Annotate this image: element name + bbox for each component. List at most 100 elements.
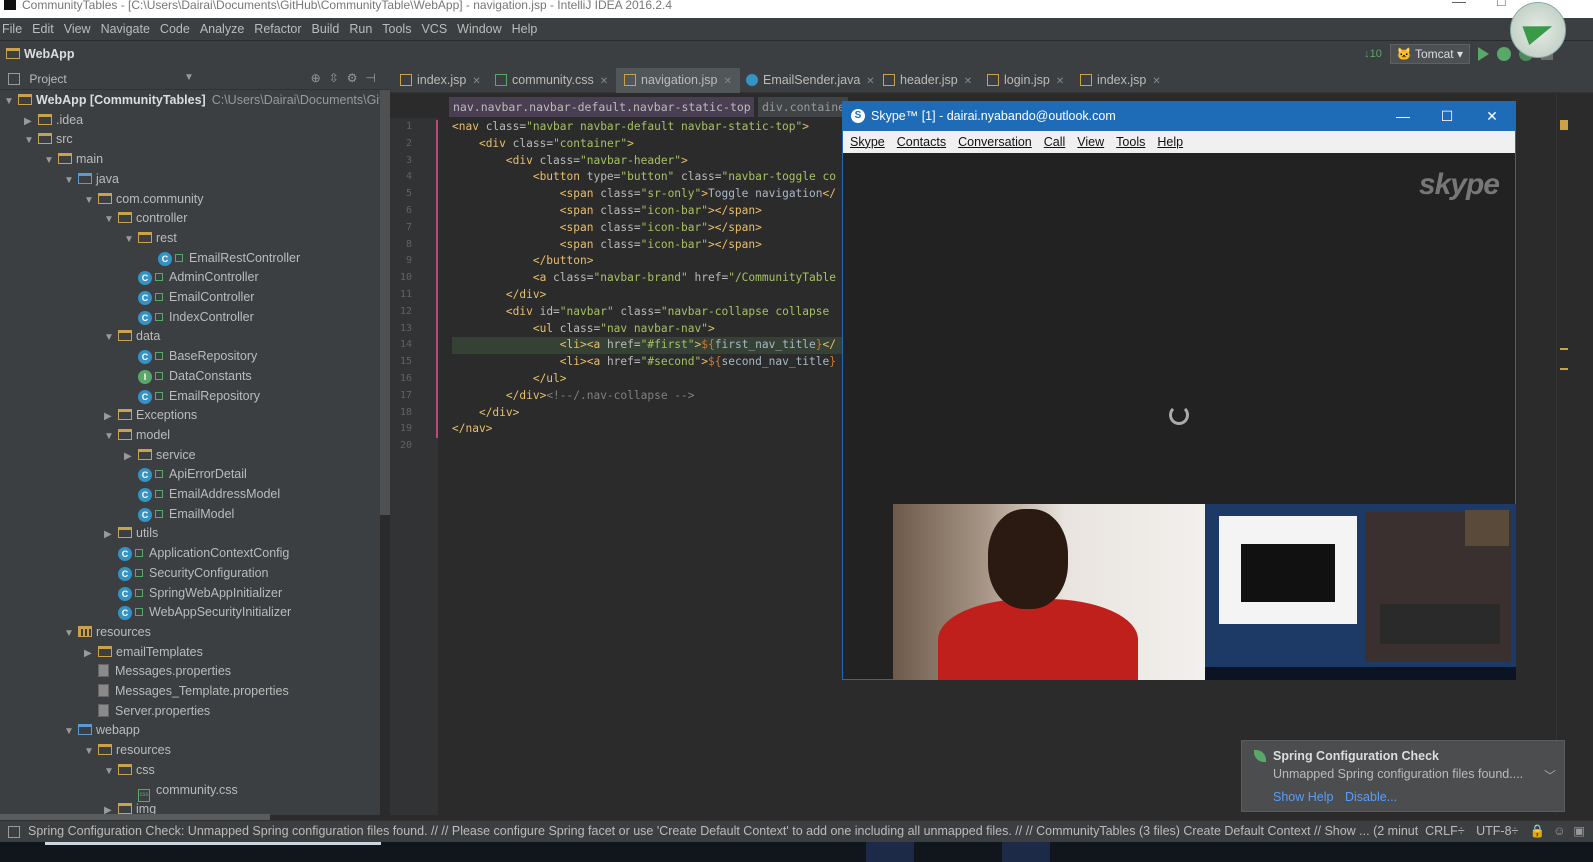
run-config-dropdown[interactable]: 🐱 Tomcat ▾ [1389, 44, 1470, 64]
encoding-widget[interactable]: UTF-8÷ [1476, 824, 1518, 838]
menu-file[interactable]: File [2, 22, 22, 36]
tree-item[interactable]: css community.css [124, 780, 238, 802]
tree-item[interactable]: C EmailController [124, 287, 254, 307]
breadcrumb-nav[interactable]: nav.navbar.navbar-default.navbar-static-… [449, 97, 754, 117]
tree-item[interactable]: ▼ data [104, 326, 160, 346]
skype-menu-contacts[interactable]: Contacts [897, 135, 946, 149]
breadcrumb-div[interactable]: div.containe [758, 97, 848, 117]
tree-item[interactable]: Messages.properties [84, 661, 231, 681]
event-log-icon[interactable] [8, 826, 20, 838]
expanded-arrow-icon[interactable]: ▼ [84, 742, 98, 762]
tree-item[interactable]: ▼ rest [124, 228, 177, 248]
status-message[interactable]: Spring Configuration Check: Unmapped Spr… [28, 824, 1460, 838]
editor-tab[interactable]: header.jsp ✕ [875, 68, 980, 93]
menu-help[interactable]: Help [512, 22, 538, 36]
editor-tab[interactable]: index.jsp ✕ [392, 68, 489, 93]
hector-icon[interactable]: ☺ [1553, 824, 1566, 838]
menu-edit[interactable]: Edit [32, 22, 54, 36]
tree-item[interactable]: I DataConstants [124, 366, 252, 386]
expanded-arrow-icon[interactable]: ▼ [104, 210, 118, 230]
tree-item[interactable]: C ApiErrorDetail [124, 464, 247, 484]
project-panel-tools[interactable]: ⊕⇳⚙⊣ [311, 71, 384, 85]
tree-item[interactable]: C ApplicationContextConfig [104, 543, 289, 563]
tree-item[interactable]: C AdminController [124, 267, 259, 287]
nav-breadcrumb-webapp[interactable]: WebApp [6, 47, 74, 61]
chevron-down-icon[interactable]: ﹀ [1544, 767, 1556, 784]
expanded-arrow-icon[interactable]: ▼ [104, 762, 118, 782]
skype-window[interactable]: S Skype™ [1] - dairai.nyabando@outlook.c… [842, 101, 1516, 680]
minimize-button[interactable]: — [1452, 0, 1466, 8]
tree-item[interactable]: ▼ main [44, 149, 103, 169]
tree-item[interactable]: C BaseRepository [124, 346, 257, 366]
skype-title-bar[interactable]: S Skype™ [1] - dairai.nyabando@outlook.c… [843, 102, 1515, 131]
tree-item[interactable]: C SpringWebAppInitializer [104, 583, 282, 603]
tree-item[interactable]: ▶ .idea [24, 110, 83, 130]
expanded-arrow-icon[interactable]: ▼ [24, 131, 38, 151]
tree-item[interactable]: ▼ model [104, 425, 170, 445]
expanded-arrow-icon[interactable]: ▼ [64, 171, 78, 191]
event-icon[interactable]: ▣ [1573, 824, 1585, 838]
expanded-arrow-icon[interactable]: ▼ [84, 191, 98, 211]
menu-code[interactable]: Code [160, 22, 190, 36]
maximize-button[interactable]: □ [1497, 0, 1505, 8]
run-icon[interactable] [1478, 47, 1489, 61]
expanded-arrow-icon[interactable]: ▼ [104, 427, 118, 447]
disable-link[interactable]: Disable... [1345, 790, 1397, 804]
tree-item[interactable]: C WebAppSecurityInitializer [104, 602, 291, 622]
tree-item[interactable]: ▼ resources [64, 622, 151, 642]
close-tab-icon[interactable]: ✕ [600, 76, 608, 87]
menu-run[interactable]: Run [349, 22, 372, 36]
skype-close-button[interactable]: ✕ [1477, 102, 1507, 131]
close-tab-icon[interactable]: ✕ [866, 76, 874, 87]
editor-tab[interactable]: navigation.jsp ✕ [616, 68, 740, 93]
expanded-arrow-icon[interactable]: ▼ [104, 328, 118, 348]
close-tab-icon[interactable]: ✕ [723, 76, 731, 87]
lock-icon[interactable]: 🔒 [1530, 824, 1546, 838]
send-plane-icon[interactable] [1510, 2, 1566, 58]
tree-item[interactable]: Server.properties [84, 701, 210, 721]
project-panel-title[interactable]: Project [29, 72, 66, 86]
tree-item[interactable]: ▶ utils [104, 523, 158, 543]
expanded-arrow-icon[interactable]: ▼ [64, 624, 78, 644]
skype-menu-conversation[interactable]: Conversation [958, 135, 1032, 149]
menu-build[interactable]: Build [312, 22, 340, 36]
tree-item[interactable]: ▼ java [64, 169, 119, 189]
show-help-link[interactable]: Show Help [1273, 790, 1333, 804]
editor-tab[interactable]: index.jsp ✕ [1072, 68, 1169, 93]
expanded-arrow-icon[interactable]: ▼ [124, 230, 138, 250]
tree-item[interactable]: C SecurityConfiguration [104, 563, 269, 583]
close-tab-icon[interactable]: ✕ [1056, 76, 1064, 87]
tree-item[interactable]: ▼ src [24, 129, 73, 149]
expanded-arrow-icon[interactable]: ▼ [44, 151, 58, 171]
skype-minimize-button[interactable]: — [1388, 102, 1418, 131]
menu-vcs[interactable]: VCS [421, 22, 447, 36]
line-separator-widget[interactable]: CRLF÷ [1425, 824, 1465, 838]
taskbar-app-item[interactable] [1002, 842, 1050, 862]
menu-analyze[interactable]: Analyze [200, 22, 244, 36]
tree-item[interactable]: ▼ controller [104, 208, 187, 228]
code-editor[interactable]: <nav class="navbar navbar-default navbar… [452, 118, 852, 815]
menu-refactor[interactable]: Refactor [254, 22, 301, 36]
tree-item[interactable]: ▼ css [104, 760, 155, 780]
menu-window[interactable]: Window [457, 22, 501, 36]
tree-item[interactable]: ▶ service [124, 445, 196, 465]
tree-item[interactable]: ▶ img [104, 799, 156, 815]
tree-item[interactable]: ▼ com.community [84, 189, 204, 209]
expanded-arrow-icon[interactable]: ▼ [4, 92, 18, 112]
tree-item[interactable]: Messages_Template.properties [84, 681, 289, 701]
taskbar-app-item[interactable] [866, 842, 914, 862]
skype-menu-skype[interactable]: Skype [850, 135, 885, 149]
tree-item[interactable]: ▼ resources [84, 740, 171, 760]
skype-maximize-button[interactable]: ☐ [1432, 102, 1462, 131]
debug-icon[interactable] [1497, 47, 1511, 61]
menu-navigate[interactable]: Navigate [101, 22, 150, 36]
editor-tab[interactable]: community.css ✕ [487, 68, 616, 93]
tree-item[interactable]: ▶ Exceptions [104, 405, 197, 425]
tree-item[interactable]: C EmailRestController [144, 248, 300, 268]
tree-item[interactable]: C IndexController [124, 307, 254, 327]
tree-item[interactable]: C EmailAddressModel [124, 484, 280, 504]
tree-item[interactable]: ▼ WebApp [CommunityTables] C:\Users\Dairai… [4, 90, 380, 110]
close-tab-icon[interactable]: ✕ [1152, 76, 1160, 87]
skype-menu-tools[interactable]: Tools [1116, 135, 1145, 149]
spring-config-notification[interactable]: Spring Configuration Check Unmapped Spri… [1241, 740, 1565, 812]
